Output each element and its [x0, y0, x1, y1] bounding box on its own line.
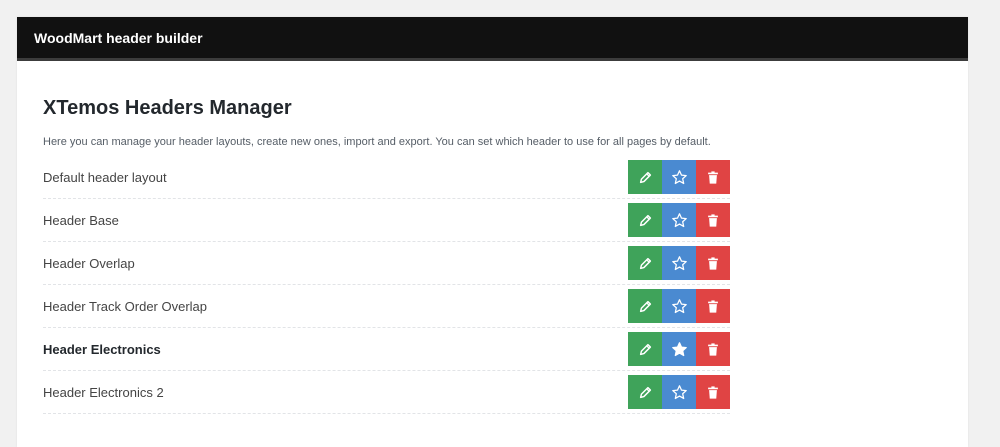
edit-header-button[interactable] — [628, 246, 662, 280]
pencil-icon — [639, 257, 652, 270]
set-default-header-button[interactable] — [662, 332, 696, 366]
app-title-bar: WoodMart header builder — [17, 17, 968, 61]
edit-header-button[interactable] — [628, 160, 662, 194]
delete-header-button[interactable] — [696, 375, 730, 409]
pencil-icon — [639, 171, 652, 184]
pencil-icon — [639, 300, 652, 313]
star-icon — [671, 169, 688, 186]
page-description: Here you can manage your header layouts,… — [43, 136, 711, 148]
app-title: WoodMart header builder — [34, 29, 203, 46]
header-builder-panel: WoodMart header builder XTemos Headers M… — [17, 17, 968, 447]
headers-manager: XTemos Headers Manager Here you can mana… — [17, 61, 968, 414]
header-name[interactable]: Header Base — [43, 213, 119, 228]
header-list-item: Header Electronics — [43, 328, 730, 371]
header-list: Default header layout Header Base Header… — [43, 156, 730, 414]
edit-header-button[interactable] — [628, 203, 662, 237]
edit-header-button[interactable] — [628, 289, 662, 323]
header-list-item: Header Base — [43, 199, 730, 242]
star-icon — [671, 255, 688, 272]
trash-icon — [707, 385, 719, 399]
trash-icon — [707, 342, 719, 356]
header-actions — [628, 332, 730, 366]
star-icon — [671, 384, 688, 401]
edit-header-button[interactable] — [628, 332, 662, 366]
star-icon — [671, 341, 688, 358]
pencil-icon — [639, 386, 652, 399]
delete-header-button[interactable] — [696, 160, 730, 194]
pencil-icon — [639, 343, 652, 356]
trash-icon — [707, 170, 719, 184]
header-name[interactable]: Header Track Order Overlap — [43, 299, 207, 314]
delete-header-button[interactable] — [696, 203, 730, 237]
set-default-header-button[interactable] — [662, 375, 696, 409]
delete-header-button[interactable] — [696, 246, 730, 280]
header-name[interactable]: Default header layout — [43, 170, 167, 185]
page-title: XTemos Headers Manager — [43, 97, 292, 119]
header-actions — [628, 289, 730, 323]
header-actions — [628, 160, 730, 194]
header-actions — [628, 246, 730, 280]
delete-header-button[interactable] — [696, 332, 730, 366]
star-icon — [671, 212, 688, 229]
header-name[interactable]: Header Electronics 2 — [43, 385, 164, 400]
star-icon — [671, 298, 688, 315]
trash-icon — [707, 256, 719, 270]
delete-header-button[interactable] — [696, 289, 730, 323]
header-list-item: Header Overlap — [43, 242, 730, 285]
header-actions — [628, 375, 730, 409]
header-name[interactable]: Header Overlap — [43, 256, 135, 271]
set-default-header-button[interactable] — [662, 289, 696, 323]
header-actions — [628, 203, 730, 237]
header-list-item: Header Electronics 2 — [43, 371, 730, 414]
header-list-item: Header Track Order Overlap — [43, 285, 730, 328]
trash-icon — [707, 299, 719, 313]
header-name[interactable]: Header Electronics — [43, 342, 161, 357]
set-default-header-button[interactable] — [662, 160, 696, 194]
header-list-item: Default header layout — [43, 156, 730, 199]
set-default-header-button[interactable] — [662, 203, 696, 237]
pencil-icon — [639, 214, 652, 227]
set-default-header-button[interactable] — [662, 246, 696, 280]
trash-icon — [707, 213, 719, 227]
edit-header-button[interactable] — [628, 375, 662, 409]
